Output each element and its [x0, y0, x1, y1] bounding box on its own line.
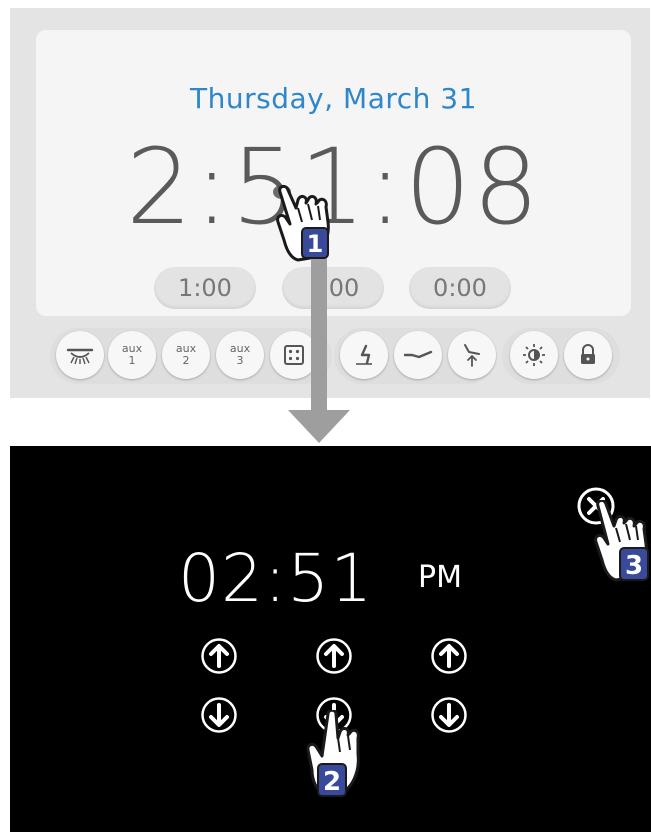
dice-icon: [284, 345, 304, 365]
aux-1-button[interactable]: aux 1: [108, 331, 156, 379]
arrow-down-icon: [209, 703, 229, 727]
arrow-up-icon: [324, 644, 344, 668]
timer-3-button[interactable]: 0:00: [409, 267, 511, 309]
timer-1-button[interactable]: 1:00: [154, 267, 256, 309]
aux-3-button[interactable]: aux 3: [216, 331, 264, 379]
timer-2-button[interactable]: 00: [282, 267, 384, 309]
tap-hand-step-2-icon: 2: [306, 710, 360, 797]
am-pm-indicator[interactable]: PM: [418, 560, 462, 595]
ampm-up-button[interactable]: [430, 637, 468, 675]
chair-recline-icon: [403, 350, 433, 359]
lock-button[interactable]: [564, 331, 612, 379]
arrow-up-icon: [439, 644, 459, 668]
control-button-row: aux 1 aux 2 aux 3: [10, 322, 650, 386]
tap-hand-step-3-icon: 3: [594, 500, 649, 582]
tap-hand-step-1-icon: 1: [273, 184, 330, 262]
hour-up-button[interactable]: [200, 637, 238, 675]
brightness-button[interactable]: [510, 331, 558, 379]
aux-3-number: 3: [236, 354, 244, 367]
hour-down-button[interactable]: [200, 696, 238, 734]
chair-up-button[interactable]: [340, 331, 388, 379]
light-button[interactable]: [56, 331, 104, 379]
ampm-down-button[interactable]: [430, 696, 468, 734]
chair-flat-button[interactable]: [394, 331, 442, 379]
instruction-illustration: Thursday, March 31 2:51:08 1:00 00 0:00 …: [0, 0, 651, 832]
step-2-badge: 2: [323, 767, 341, 797]
date-label: Thursday, March 31: [190, 82, 477, 115]
transition-arrow-shaft: [311, 258, 327, 418]
clock-card: Thursday, March 31 2:51:08 1:00 00 0:00: [36, 30, 631, 316]
aux-2-number: 2: [182, 354, 190, 367]
operatory-light-icon: [66, 348, 94, 365]
set-time-value: 02:51: [178, 540, 374, 617]
lock-icon: [581, 344, 595, 364]
step-3-badge: 3: [625, 551, 643, 581]
aux-1-number: 1: [128, 354, 136, 367]
minute-up-button[interactable]: [315, 637, 353, 675]
arrow-up-icon: [209, 644, 229, 668]
brightness-icon: [523, 344, 545, 366]
chair-upright-icon: [356, 344, 372, 365]
aux-2-button[interactable]: aux 2: [162, 331, 210, 379]
step-1-badge: 1: [307, 230, 324, 258]
chair-return-button[interactable]: [448, 331, 496, 379]
transition-arrow-head: [288, 410, 350, 443]
chair-return-icon: [464, 344, 480, 367]
arrow-down-icon: [439, 703, 459, 727]
